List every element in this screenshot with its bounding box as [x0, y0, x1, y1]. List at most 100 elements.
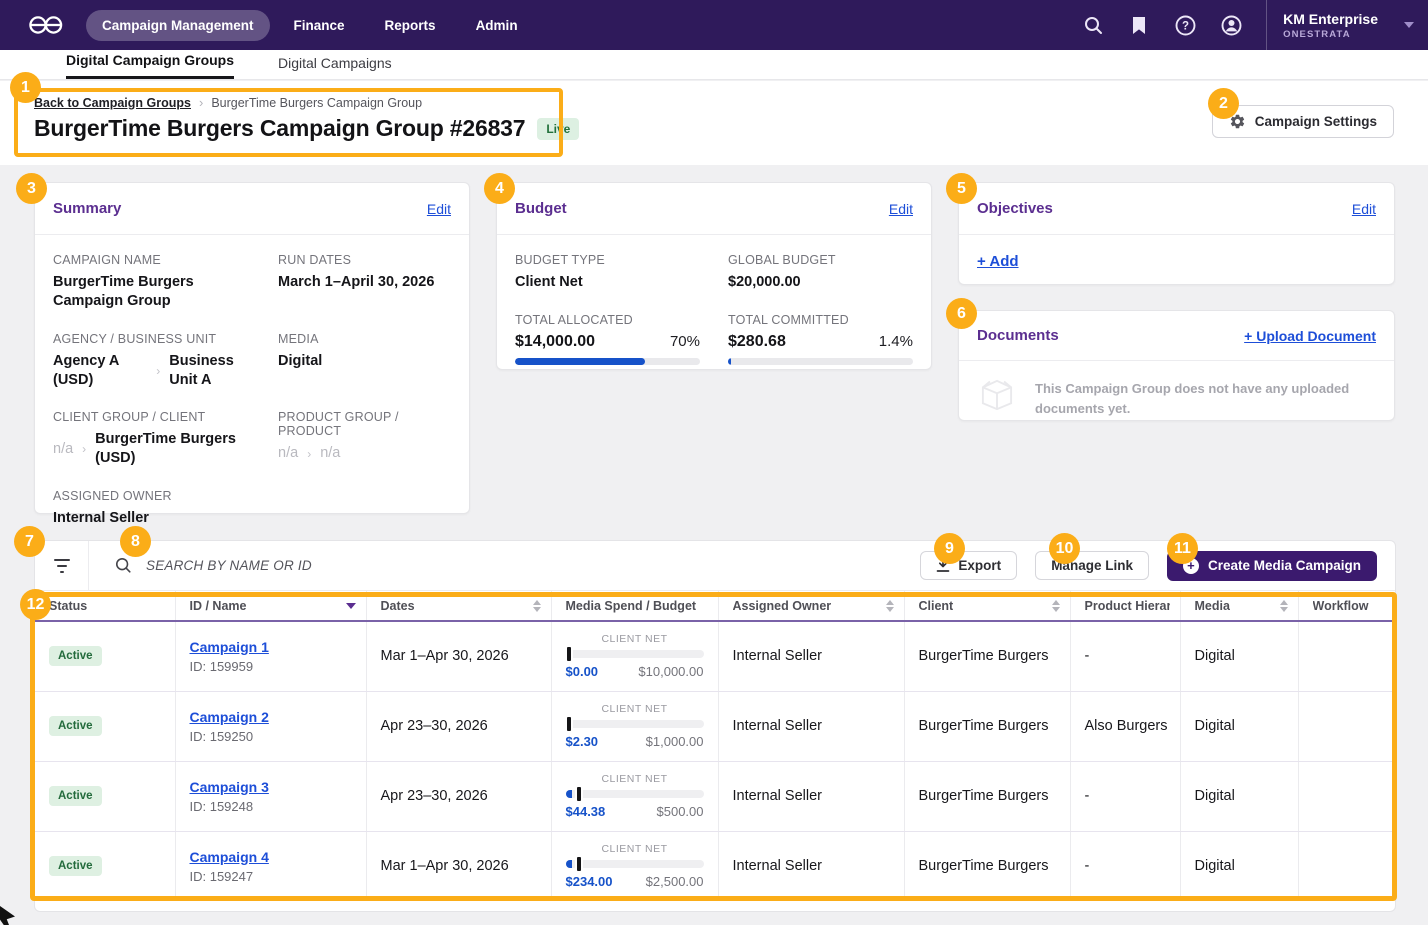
spend-type-label: CLIENT NET — [566, 843, 704, 855]
filter-button[interactable] — [35, 541, 89, 590]
nav-item-campaign-management[interactable]: Campaign Management — [86, 10, 270, 41]
top-navbar: Campaign Management Finance Reports Admi… — [0, 0, 1428, 50]
tab-digital-campaigns[interactable]: Digital Campaigns — [278, 55, 392, 79]
create-media-campaign-label: Create Media Campaign — [1208, 558, 1361, 573]
column-header[interactable]: Media — [1180, 591, 1298, 621]
account-name: KM Enterprise — [1283, 11, 1378, 27]
allocated-progress-bar — [515, 358, 700, 365]
global-budget-field: GLOBAL BUDGET $20,000.00 — [728, 253, 913, 292]
budget-card: Budget Edit BUDGET TYPE Client Net GLOBA… — [496, 182, 932, 370]
upload-document-link[interactable]: + Upload Document — [1244, 328, 1376, 344]
sort-icon[interactable] — [886, 600, 894, 612]
agency-business-unit-field: AGENCY / BUSINESS UNIT Agency A (USD) › … — [53, 332, 264, 390]
column-header[interactable]: Status — [35, 591, 175, 621]
dates-cell: Mar 1–Apr 30, 2026 — [366, 831, 551, 901]
status-badge: Active — [49, 856, 102, 876]
committed-percent: 1.4% — [879, 333, 913, 350]
documents-card-title: Documents — [977, 327, 1059, 344]
filter-icon — [54, 559, 70, 573]
id-name-cell: Campaign 2 ID: 159250 — [175, 691, 366, 761]
sort-icon[interactable] — [346, 603, 356, 609]
assigned-owner-field: ASSIGNED OWNER Internal Seller — [53, 489, 264, 528]
page-title: BurgerTime Burgers Campaign Group #26837 — [34, 115, 525, 142]
svg-text:?: ? — [1182, 20, 1189, 32]
documents-empty-text: This Campaign Group does not have any up… — [1035, 375, 1355, 418]
search-icon[interactable] — [1070, 16, 1116, 35]
status-badge: Live — [537, 118, 579, 140]
export-button[interactable]: Export — [920, 551, 1017, 580]
account-switcher[interactable]: KM Enterprise ONESTRATA — [1267, 0, 1428, 50]
media-cell: Digital — [1180, 621, 1298, 691]
table-row[interactable]: Active Campaign 3 ID: 159248 Apr 23–30, … — [35, 761, 1395, 831]
sort-icon[interactable] — [1052, 600, 1060, 612]
account-icon[interactable] — [1208, 15, 1254, 36]
pacing-marker-icon — [577, 787, 581, 801]
spend-amount: $234.00 — [566, 874, 613, 889]
table-row[interactable]: Active Campaign 1 ID: 159959 Mar 1–Apr 3… — [35, 621, 1395, 691]
mouse-cursor — [0, 906, 15, 925]
add-objective-link[interactable]: + Add — [977, 253, 1019, 270]
campaign-id: ID: 159250 — [190, 729, 366, 744]
table-row[interactable]: Active Campaign 2 ID: 159250 Apr 23–30, … — [35, 691, 1395, 761]
bookmark-icon[interactable] — [1116, 16, 1162, 35]
objectives-edit-link[interactable]: Edit — [1352, 201, 1376, 217]
nav-item-admin[interactable]: Admin — [460, 10, 534, 41]
assigned-owner-cell: Internal Seller — [718, 761, 904, 831]
summary-card: Summary Edit CAMPAIGN NAME BurgerTime Bu… — [34, 182, 470, 514]
column-header[interactable]: Dates — [366, 591, 551, 621]
nav-item-reports[interactable]: Reports — [369, 10, 452, 41]
campaigns-table-card: Export Manage Link + Create Media Campai… — [34, 540, 1396, 912]
spend-progress-bar — [566, 720, 704, 728]
column-header[interactable]: Client — [904, 591, 1070, 621]
back-to-campaign-groups-link[interactable]: Back to Campaign Groups — [34, 96, 191, 110]
campaign-link[interactable]: Campaign 2 — [190, 709, 269, 725]
chevron-separator: › — [82, 442, 86, 456]
dates-cell: Mar 1–Apr 30, 2026 — [366, 621, 551, 691]
product-hierarchy-cell: - — [1070, 621, 1180, 691]
campaign-settings-label: Campaign Settings — [1255, 114, 1377, 129]
campaign-link[interactable]: Campaign 1 — [190, 639, 269, 655]
media-cell: Digital — [1180, 831, 1298, 901]
sort-icon[interactable] — [1280, 600, 1288, 612]
chevron-down-icon — [1404, 22, 1414, 28]
campaign-id: ID: 159247 — [190, 869, 366, 884]
create-media-campaign-button[interactable]: + Create Media Campaign — [1167, 551, 1377, 581]
column-header[interactable]: Media Spend / Budget — [551, 591, 718, 621]
gear-icon — [1229, 113, 1246, 130]
manage-link-label: Manage Link — [1051, 558, 1133, 573]
client-cell: BurgerTime Burgers — [904, 691, 1070, 761]
status-cell: Active — [35, 621, 175, 691]
column-header[interactable]: Workflow — [1298, 591, 1395, 621]
product-hierarchy-cell: - — [1070, 761, 1180, 831]
nav-item-finance[interactable]: Finance — [278, 10, 361, 41]
campaign-link[interactable]: Campaign 4 — [190, 849, 269, 865]
status-cell: Active — [35, 831, 175, 901]
committed-progress-bar — [728, 358, 913, 365]
media-field: MEDIA Digital — [278, 332, 451, 390]
summary-edit-link[interactable]: Edit — [427, 201, 451, 217]
campaign-group-page: Campaign Management Finance Reports Admi… — [0, 0, 1428, 925]
status-cell: Active — [35, 691, 175, 761]
campaign-id: ID: 159248 — [190, 799, 366, 814]
column-header[interactable]: ID / Name — [175, 591, 366, 621]
client-cell: BurgerTime Burgers — [904, 621, 1070, 691]
tab-digital-campaign-groups[interactable]: Digital Campaign Groups — [66, 52, 234, 79]
manage-link-button[interactable]: Manage Link — [1035, 551, 1149, 580]
table-row[interactable]: Active Campaign 4 ID: 159247 Mar 1–Apr 3… — [35, 831, 1395, 901]
sort-icon[interactable] — [533, 600, 541, 612]
budget-edit-link[interactable]: Edit — [889, 201, 913, 217]
workflow-cell — [1298, 621, 1395, 691]
media-spend-cell: CLIENT NET $2.30 $1,000.00 — [551, 691, 718, 761]
column-header[interactable]: Assigned Owner — [718, 591, 904, 621]
help-icon[interactable]: ? — [1162, 15, 1208, 36]
campaign-settings-button[interactable]: Campaign Settings — [1212, 105, 1394, 138]
search-input[interactable] — [146, 558, 920, 573]
assigned-owner-cell: Internal Seller — [718, 831, 904, 901]
column-header[interactable]: Product Hierarchy — [1070, 591, 1180, 621]
onestrata-logo-icon[interactable] — [26, 12, 66, 38]
budget-card-title: Budget — [515, 200, 567, 217]
campaign-link[interactable]: Campaign 3 — [190, 779, 269, 795]
client-group-client-field: CLIENT GROUP / CLIENT n/a › BurgerTime B… — [53, 410, 264, 468]
media-spend-cell: CLIENT NET $44.38 $500.00 — [551, 761, 718, 831]
dates-cell: Apr 23–30, 2026 — [366, 691, 551, 761]
